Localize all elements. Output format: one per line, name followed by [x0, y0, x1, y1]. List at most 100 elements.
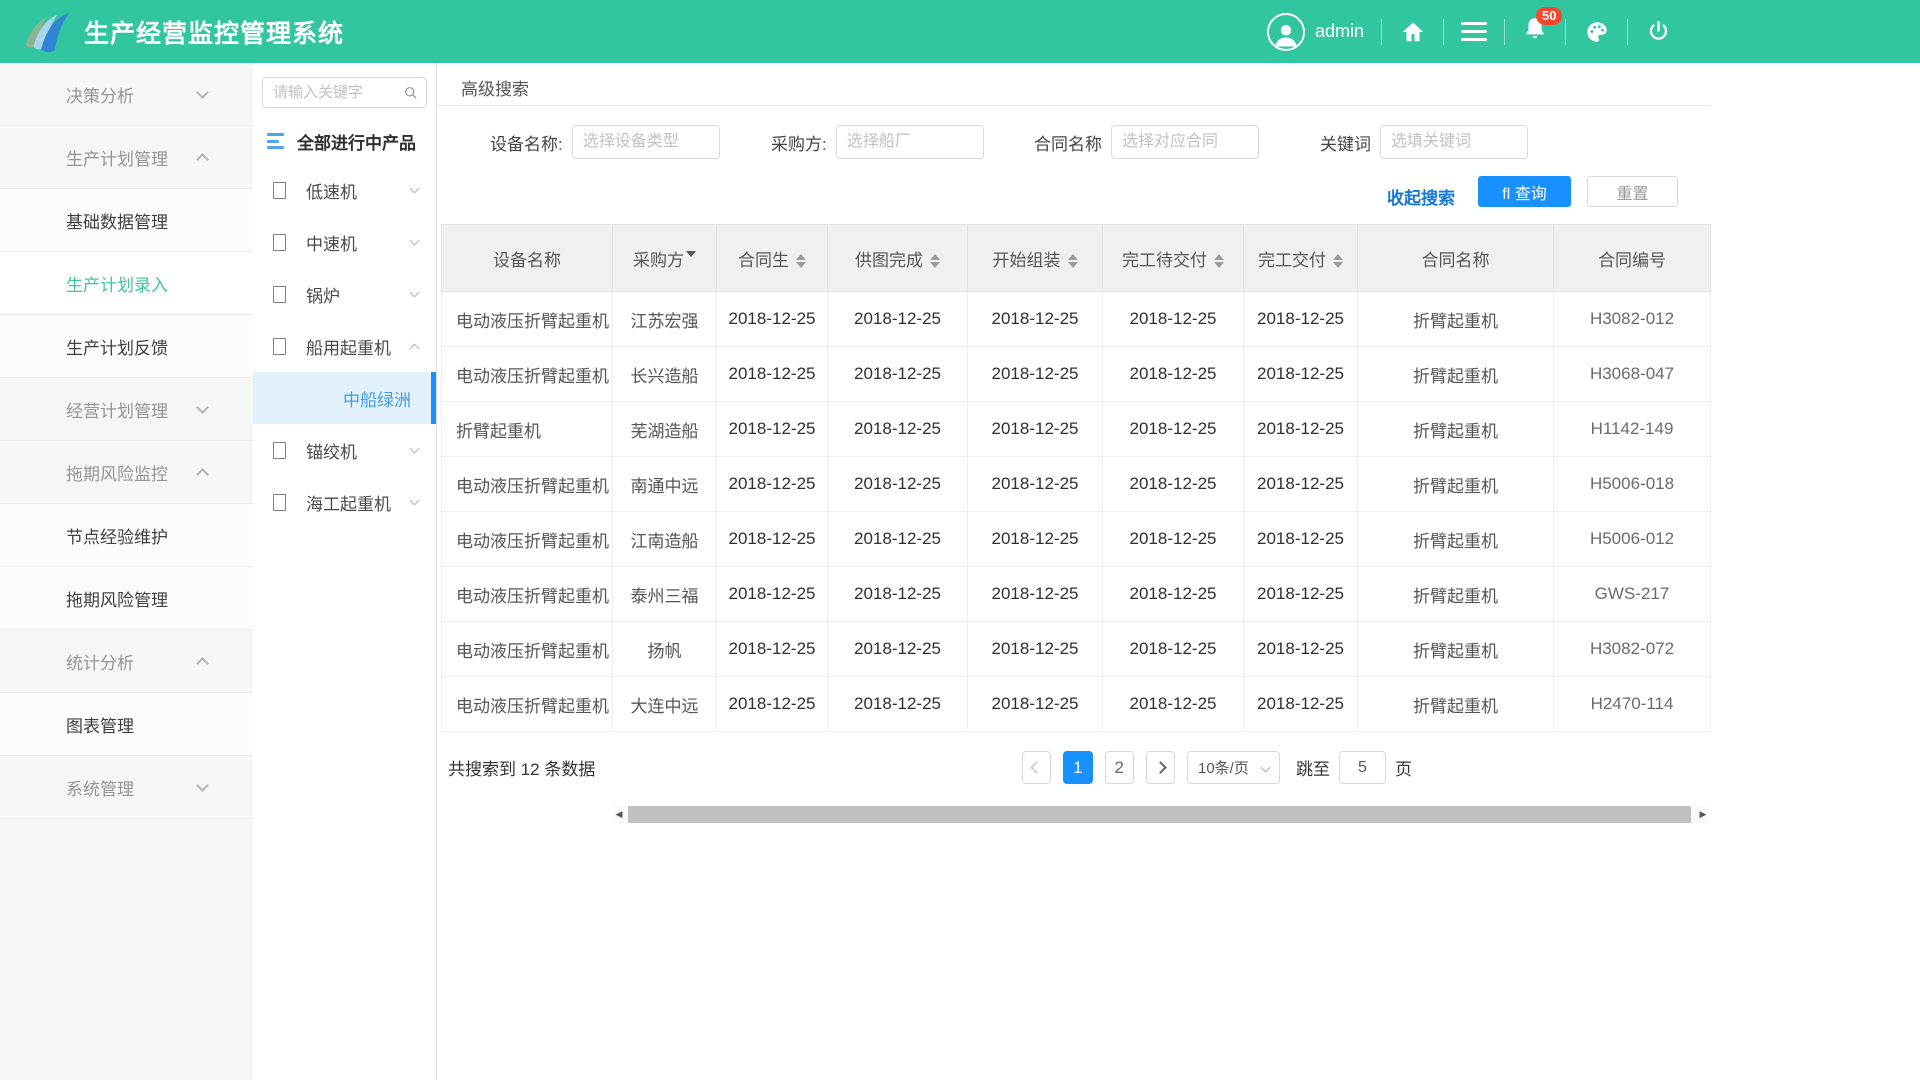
sort-asc-icon: [1333, 254, 1343, 260]
sort-icon: [1214, 254, 1224, 268]
table-cell: 2018-12-25: [1244, 347, 1358, 402]
table-cell: 2018-12-25: [717, 567, 828, 622]
tree-node-锚绞机[interactable]: 锚绞机: [253, 424, 436, 476]
sidebar-item-图表管理[interactable]: 图表管理: [0, 693, 253, 756]
tree-node-label: 锚绞机: [306, 438, 411, 463]
tree-root-all-products[interactable]: 全部进行中产品: [253, 118, 436, 164]
sidebar-item-生产计划录入[interactable]: 生产计划录入: [0, 252, 253, 315]
scroll-right-arrow-icon[interactable]: ▶: [1696, 806, 1710, 823]
prev-page-button[interactable]: [1022, 751, 1051, 784]
table-cell: 芜湖造船: [613, 402, 717, 457]
column-header-采购方[interactable]: 采购方: [613, 225, 717, 292]
table-cell: H2470-114: [1554, 677, 1711, 732]
table-cell: GWS-217: [1554, 567, 1711, 622]
sidebar-item-label: 经营计划管理: [66, 397, 198, 422]
tab-advanced-search[interactable]: 高级搜索: [461, 75, 529, 100]
filter-input-2[interactable]: [836, 125, 984, 159]
table-cell: 折臂起重机: [1358, 677, 1554, 732]
table-cell: 折臂起重机: [1358, 512, 1554, 567]
table-cell: H5006-018: [1554, 457, 1711, 512]
sidebar-item-生产计划管理[interactable]: 生产计划管理: [0, 126, 253, 189]
sidebar-item-label: 生产计划反馈: [66, 334, 207, 359]
query-button[interactable]: ﬂ 查询: [1478, 176, 1571, 207]
sidebar-item-系统管理[interactable]: 系统管理: [0, 756, 253, 819]
tree-node-中船绿洲[interactable]: 中船绿洲: [253, 372, 436, 424]
column-header-合同名称: 合同名称: [1358, 225, 1554, 292]
sort-desc-icon: [796, 262, 806, 268]
tree-node-低速机[interactable]: 低速机: [253, 164, 436, 216]
page-size-select[interactable]: 10条/页: [1187, 751, 1280, 784]
palette-icon[interactable]: [1583, 18, 1610, 45]
table-cell: 2018-12-25: [1103, 347, 1244, 402]
sort-icon: [796, 254, 806, 268]
filter-input-4[interactable]: [1380, 125, 1528, 159]
table-cell: 2018-12-25: [828, 567, 968, 622]
notifications-button[interactable]: 50: [1522, 16, 1548, 47]
jump-page-input[interactable]: [1339, 751, 1386, 784]
table-row: 电动液压折臂起重机扬帆2018-12-252018-12-252018-12-2…: [442, 622, 1711, 677]
table-cell: H3068-047: [1554, 347, 1711, 402]
search-icon[interactable]: [403, 85, 418, 100]
column-header-合同生[interactable]: 合同生: [717, 225, 828, 292]
table-cell: 折臂起重机: [1358, 457, 1554, 512]
product-tree-panel: 全部进行中产品 低速机中速机锅炉船用起重机中船绿洲锚绞机海工起重机: [253, 63, 437, 1080]
sidebar-item-经营计划管理[interactable]: 经营计划管理: [0, 378, 253, 441]
column-header-完工待交付[interactable]: 完工待交付: [1103, 225, 1244, 292]
filter-input-3[interactable]: [1111, 125, 1259, 159]
chevron-down-icon: [410, 183, 420, 193]
table-cell: 2018-12-25: [968, 402, 1103, 457]
reset-button[interactable]: 重置: [1587, 176, 1678, 207]
scroll-left-arrow-icon[interactable]: ◀: [612, 806, 626, 823]
column-header-开始组装[interactable]: 开始组装: [968, 225, 1103, 292]
next-page-button[interactable]: [1146, 751, 1175, 784]
sidebar-item-生产计划反馈[interactable]: 生产计划反馈: [0, 315, 253, 378]
scrollbar-thumb[interactable]: [628, 806, 1691, 823]
table-cell: 2018-12-25: [1244, 567, 1358, 622]
page-button-2[interactable]: 2: [1105, 751, 1134, 784]
sidebar-item-决策分析[interactable]: 决策分析: [0, 63, 253, 126]
table-row: 折臂起重机芜湖造船2018-12-252018-12-252018-12-252…: [442, 402, 1711, 457]
sidebar-item-拖期风险管理[interactable]: 拖期风险管理: [0, 567, 253, 630]
table-cell: 2018-12-25: [1103, 292, 1244, 347]
collapse-search-link[interactable]: 收起搜索: [1387, 184, 1455, 209]
user-avatar[interactable]: [1267, 13, 1305, 51]
filter-input-1[interactable]: [572, 125, 720, 159]
table-cell: 折臂起重机: [1358, 567, 1554, 622]
sidebar-item-label: 图表管理: [66, 712, 207, 737]
tree-search-input[interactable]: [271, 83, 403, 102]
column-header-供图完成[interactable]: 供图完成: [828, 225, 968, 292]
filter-label: 采购方:: [771, 130, 827, 155]
username[interactable]: admin: [1315, 21, 1364, 42]
tree-node-锅炉[interactable]: 锅炉: [253, 268, 436, 320]
column-header-完工交付[interactable]: 完工交付: [1244, 225, 1358, 292]
main-content: 高级搜索 收起搜索 ﬂ 查询 重置 设备名称:采购方:合同名称关键词 设备名称采…: [437, 63, 1920, 1080]
divider: [1627, 19, 1628, 45]
table-cell: 电动液压折臂起重机: [442, 457, 613, 512]
tree-node-海工起重机[interactable]: 海工起重机: [253, 476, 436, 528]
tree-node-中速机[interactable]: 中速机: [253, 216, 436, 268]
sidebar-item-统计分析[interactable]: 统计分析: [0, 630, 253, 693]
menu-icon[interactable]: [1461, 22, 1487, 41]
table-footer: 共搜索到 12 条数据 12 10条/页 跳至 页: [437, 751, 1711, 784]
table-cell: 电动液压折臂起重机: [442, 622, 613, 677]
chevron-down-icon: [410, 443, 420, 453]
table-cell: 电动液压折臂起重机: [442, 677, 613, 732]
filter-field: 设备名称:: [490, 125, 720, 159]
table-cell: 电动液压折臂起重机: [442, 512, 613, 567]
sort-asc-icon: [1068, 254, 1078, 260]
table-cell: 2018-12-25: [1244, 292, 1358, 347]
sidebar-item-基础数据管理[interactable]: 基础数据管理: [0, 189, 253, 252]
product-icon: [273, 234, 286, 251]
column-header-label: 供图完成: [855, 251, 923, 270]
filter-field: 采购方:: [771, 125, 984, 159]
table-cell: 江苏宏强: [613, 292, 717, 347]
tree-node-船用起重机[interactable]: 船用起重机: [253, 320, 436, 372]
page-button-1[interactable]: 1: [1063, 751, 1092, 784]
column-header-label: 合同编号: [1598, 251, 1666, 270]
sidebar-item-拖期风险监控[interactable]: 拖期风险监控: [0, 441, 253, 504]
table-cell: H3082-012: [1554, 292, 1711, 347]
chevron-up-icon: [196, 468, 209, 481]
power-icon[interactable]: [1645, 18, 1672, 45]
home-icon[interactable]: [1399, 18, 1426, 45]
sidebar-item-节点经验维护[interactable]: 节点经验维护: [0, 504, 253, 567]
